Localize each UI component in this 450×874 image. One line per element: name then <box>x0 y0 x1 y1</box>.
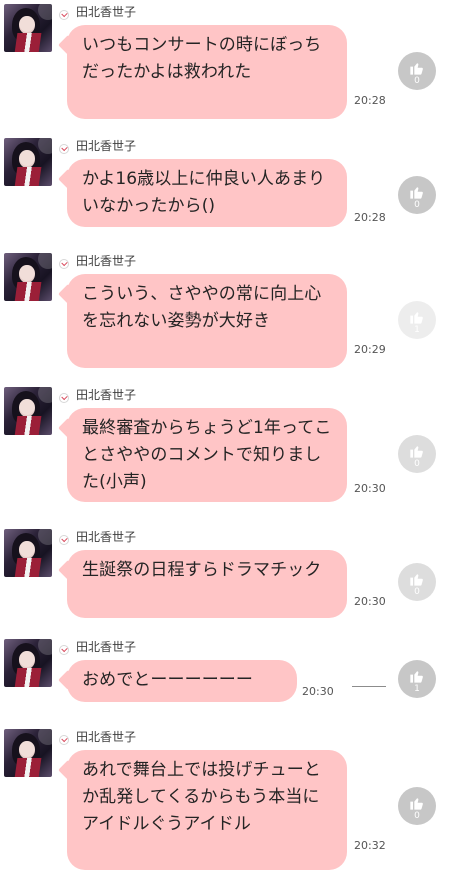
message-bubble[interactable]: いつもコンサートの時にぼっちだったかよは救われた <box>67 25 347 119</box>
message-row: 田北香世子 かよ16歳以上に仲良い人あまりいなかったから() 20:28 0 <box>0 138 450 242</box>
like-count: 1 <box>414 684 420 694</box>
avatar-face <box>19 265 35 283</box>
sender-name: 田北香世子 <box>76 730 137 744</box>
divider-line <box>352 686 386 687</box>
avatar-face <box>19 741 35 759</box>
message-time: 20:28 <box>354 94 386 107</box>
avatar-collar <box>14 758 42 777</box>
avatar[interactable] <box>4 387 52 435</box>
thumbs-up-icon <box>409 571 425 587</box>
message-row: 田北香世子 最終審査からちょうど1年ってことさややのコメントで知りました(小声)… <box>0 387 450 513</box>
chat-screen: 田北香世子 いつもコンサートの時にぼっちだったかよは救われた 20:28 0 田… <box>0 0 450 874</box>
like-button[interactable]: 0 <box>398 52 436 90</box>
verified-check-icon <box>59 393 69 403</box>
message-time: 20:30 <box>354 482 386 495</box>
avatar[interactable] <box>4 253 52 301</box>
avatar-highlight <box>38 639 52 655</box>
message-time: 20:30 <box>302 685 334 698</box>
avatar-highlight <box>38 253 52 269</box>
message-time: 20:28 <box>354 211 386 224</box>
message-time: 20:32 <box>354 839 386 852</box>
verified-check-icon <box>59 10 69 20</box>
verified-check-icon <box>59 144 69 154</box>
message-row: 田北香世子 生誕祭の日程すらドラマチック 20:30 0 <box>0 529 450 631</box>
message-row: 田北香世子 こういう、さややの常に向上心を忘れない姿勢が大好き 20:29 1 <box>0 253 450 371</box>
avatar-face <box>19 651 35 669</box>
avatar-collar <box>14 167 42 186</box>
like-count: 0 <box>414 811 420 821</box>
avatar-highlight <box>38 529 52 545</box>
avatar-highlight <box>38 4 52 20</box>
like-button[interactable]: 0 <box>398 435 436 473</box>
thumbs-up-icon <box>409 309 425 325</box>
avatar-collar <box>14 416 42 435</box>
avatar-collar <box>14 558 42 577</box>
like-button[interactable]: 1 <box>398 660 436 698</box>
message-bubble[interactable]: おめでとーーーーーー <box>67 660 297 702</box>
avatar[interactable] <box>4 529 52 577</box>
avatar-face <box>19 16 35 34</box>
thumbs-up-icon <box>409 184 425 200</box>
like-count: 0 <box>414 200 420 210</box>
thumbs-up-icon <box>409 443 425 459</box>
avatar-collar <box>14 33 42 52</box>
like-count: 0 <box>414 587 420 597</box>
like-button[interactable]: 0 <box>398 563 436 601</box>
avatar-collar <box>14 282 42 301</box>
thumbs-up-icon <box>409 795 425 811</box>
avatar[interactable] <box>4 4 52 52</box>
avatar-collar <box>14 668 42 687</box>
message-bubble[interactable]: かよ16歳以上に仲良い人あまりいなかったから() <box>67 159 347 227</box>
message-bubble[interactable]: 生誕祭の日程すらドラマチック <box>67 550 347 618</box>
message-bubble[interactable]: こういう、さややの常に向上心を忘れない姿勢が大好き <box>67 274 347 368</box>
sender-name: 田北香世子 <box>76 254 137 268</box>
avatar[interactable] <box>4 138 52 186</box>
sender-name: 田北香世子 <box>76 5 137 19</box>
message-row: 田北香世子 あれで舞台上では投げチューとか乱発してくるからもう本当にアイドルぐう… <box>0 729 450 874</box>
like-button[interactable]: 1 <box>398 301 436 339</box>
sender-name: 田北香世子 <box>76 640 137 654</box>
avatar-highlight <box>38 138 52 154</box>
avatar-face <box>19 541 35 559</box>
verified-check-icon <box>59 535 69 545</box>
verified-check-icon <box>59 259 69 269</box>
message-time: 20:29 <box>354 343 386 356</box>
sender-name: 田北香世子 <box>76 388 137 402</box>
like-count: 0 <box>414 459 420 469</box>
sender-name: 田北香世子 <box>76 530 137 544</box>
avatar-face <box>19 150 35 168</box>
verified-check-icon <box>59 645 69 655</box>
like-count: 1 <box>414 325 420 335</box>
like-button[interactable]: 0 <box>398 787 436 825</box>
message-bubble[interactable]: 最終審査からちょうど1年ってことさややのコメントで知りました(小声) <box>67 408 347 502</box>
sender-name: 田北香世子 <box>76 139 137 153</box>
avatar[interactable] <box>4 639 52 687</box>
avatar-highlight <box>38 729 52 745</box>
message-time: 20:30 <box>354 595 386 608</box>
like-button[interactable]: 0 <box>398 176 436 214</box>
avatar-highlight <box>38 387 52 403</box>
thumbs-up-icon <box>409 668 425 684</box>
avatar-face <box>19 399 35 417</box>
like-count: 0 <box>414 76 420 86</box>
message-row: 田北香世子 おめでとーーーーーー 20:30 1 <box>0 639 450 725</box>
message-bubble[interactable]: あれで舞台上では投げチューとか乱発してくるからもう本当にアイドルぐうアイドル <box>67 750 347 870</box>
avatar[interactable] <box>4 729 52 777</box>
thumbs-up-icon <box>409 60 425 76</box>
verified-check-icon <box>59 735 69 745</box>
message-row: 田北香世子 いつもコンサートの時にぼっちだったかよは救われた 20:28 0 <box>0 4 450 130</box>
